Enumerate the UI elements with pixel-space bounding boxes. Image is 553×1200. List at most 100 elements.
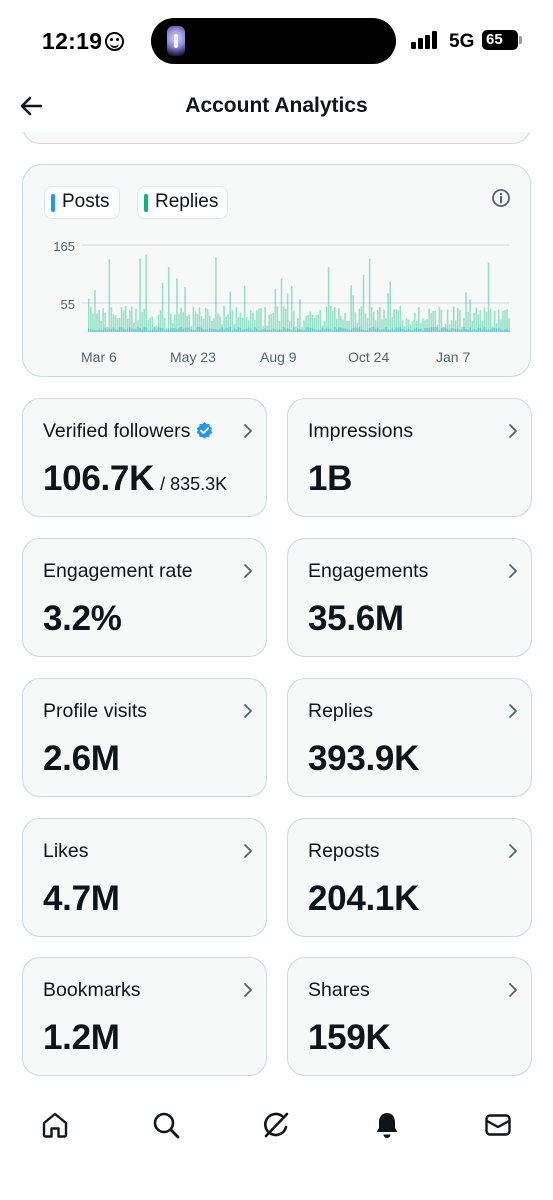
posts-bar — [434, 326, 437, 332]
replies-bar — [368, 258, 371, 332]
replies-bar — [475, 307, 478, 332]
posts-bar — [139, 328, 141, 332]
stat-card-verified-followers[interactable]: Verified followers 106.7K/ 835.3K — [22, 398, 267, 517]
posts-bar — [452, 328, 455, 332]
stat-label: Verified followers — [43, 420, 214, 443]
replies-bar — [98, 310, 100, 332]
replies-bar — [145, 254, 147, 332]
stat-card-reposts[interactable]: Reposts 204.1K — [287, 818, 532, 937]
posts-bar — [358, 326, 361, 332]
posts-bar — [145, 327, 147, 332]
replies-bar — [422, 318, 424, 332]
posts-bar — [493, 327, 496, 332]
replies-bar — [317, 314, 320, 332]
stat-label: Replies — [308, 700, 373, 723]
stat-value-text: 106.7K — [43, 459, 155, 498]
bottom-nav — [0, 1090, 553, 1200]
posts-bar — [247, 327, 250, 332]
replies-bar — [315, 314, 318, 332]
stat-card-likes[interactable]: Likes 4.7M — [22, 818, 267, 937]
posts-bar — [225, 327, 227, 332]
posts-bar — [416, 327, 418, 332]
replies-bar — [184, 287, 186, 332]
stat-card-impressions[interactable]: Impressions 1B — [287, 398, 532, 517]
stat-label: Engagement rate — [43, 560, 193, 583]
stat-label: Profile visits — [43, 700, 147, 723]
posts-bar — [498, 328, 500, 332]
posts-bar — [100, 329, 102, 332]
replies-bar — [487, 262, 490, 332]
stat-value: 1.2M — [43, 1018, 120, 1058]
stat-card-engagement-rate[interactable]: Engagement rate 3.2% — [22, 538, 267, 657]
posts-bar — [442, 327, 445, 332]
posts-bar — [383, 329, 385, 332]
posts-bar — [184, 328, 186, 332]
posts-bar — [389, 329, 391, 332]
posts-bar — [131, 328, 133, 332]
stat-value: 1B — [308, 459, 352, 499]
posts-bar — [313, 329, 316, 332]
stat-value: 159K — [308, 1018, 391, 1058]
replies-bar — [243, 285, 246, 332]
replies-bar — [457, 307, 459, 332]
chevron-right-icon — [509, 564, 517, 578]
chevron-right-icon — [509, 983, 517, 997]
replies-bar — [90, 307, 92, 332]
posts-bar — [268, 329, 270, 332]
stat-card-shares[interactable]: Shares 159K — [287, 957, 532, 1076]
posts-bar — [286, 328, 289, 332]
posts-bar — [190, 328, 193, 332]
posts-bar — [395, 327, 398, 332]
flashlight-icon — [167, 26, 185, 56]
chevron-right-icon — [244, 983, 252, 997]
posts-bar — [379, 329, 381, 332]
posts-bar — [280, 329, 283, 332]
posts-bar — [317, 329, 320, 332]
home-icon[interactable] — [40, 1110, 70, 1140]
stat-card-engagements[interactable]: Engagements 35.6M — [287, 538, 532, 657]
stat-card-profile-visits[interactable]: Profile visits 2.6M — [22, 678, 267, 797]
replies-bar — [235, 306, 238, 332]
signal-bar — [411, 42, 416, 49]
stat-card-bookmarks[interactable]: Bookmarks 1.2M — [22, 957, 267, 1076]
x-tick-label: Mar 6 — [81, 349, 117, 365]
stat-label-text: Profile visits — [43, 700, 148, 722]
stat-card-replies[interactable]: Replies 393.9K — [287, 678, 532, 797]
grok-icon[interactable] — [261, 1110, 291, 1140]
verified-badge-icon — [197, 422, 213, 439]
posts-bar — [114, 329, 117, 332]
posts-bar — [219, 329, 221, 332]
x-tick-label: May 23 — [170, 349, 216, 365]
status-time: 12:19 — [42, 28, 125, 55]
replies-bar — [147, 319, 150, 332]
posts-bar — [159, 327, 162, 332]
posts-bar — [500, 329, 502, 332]
replies-bar — [141, 311, 143, 332]
search-icon[interactable] — [151, 1110, 181, 1140]
posts-bar — [266, 330, 268, 332]
posts-bar — [315, 330, 318, 332]
posts-bar — [221, 327, 223, 332]
notifications-icon[interactable] — [372, 1110, 402, 1140]
posts-bar — [426, 327, 428, 332]
battery-icon: 65 — [482, 30, 522, 50]
posts-bar — [172, 328, 174, 332]
signal-bar — [432, 31, 437, 49]
posts-bar — [129, 327, 131, 332]
stat-value-text: 393.9K — [308, 739, 420, 778]
x-tick-label: Jan 7 — [436, 349, 470, 365]
stat-value: 2.6M — [43, 739, 120, 779]
posts-bar — [106, 328, 109, 332]
replies-bar — [465, 292, 467, 332]
posts-bar — [282, 326, 285, 332]
messages-icon[interactable] — [483, 1110, 513, 1140]
posts-bar — [354, 327, 357, 332]
posts-bar — [239, 327, 242, 332]
posts-bar — [457, 328, 459, 332]
posts-bar — [366, 330, 369, 332]
x-tick-label: Aug 9 — [260, 349, 297, 365]
posts-bar — [278, 329, 281, 332]
posts-bar — [204, 329, 207, 332]
posts-bar — [403, 329, 406, 332]
posts-bar — [506, 328, 508, 332]
